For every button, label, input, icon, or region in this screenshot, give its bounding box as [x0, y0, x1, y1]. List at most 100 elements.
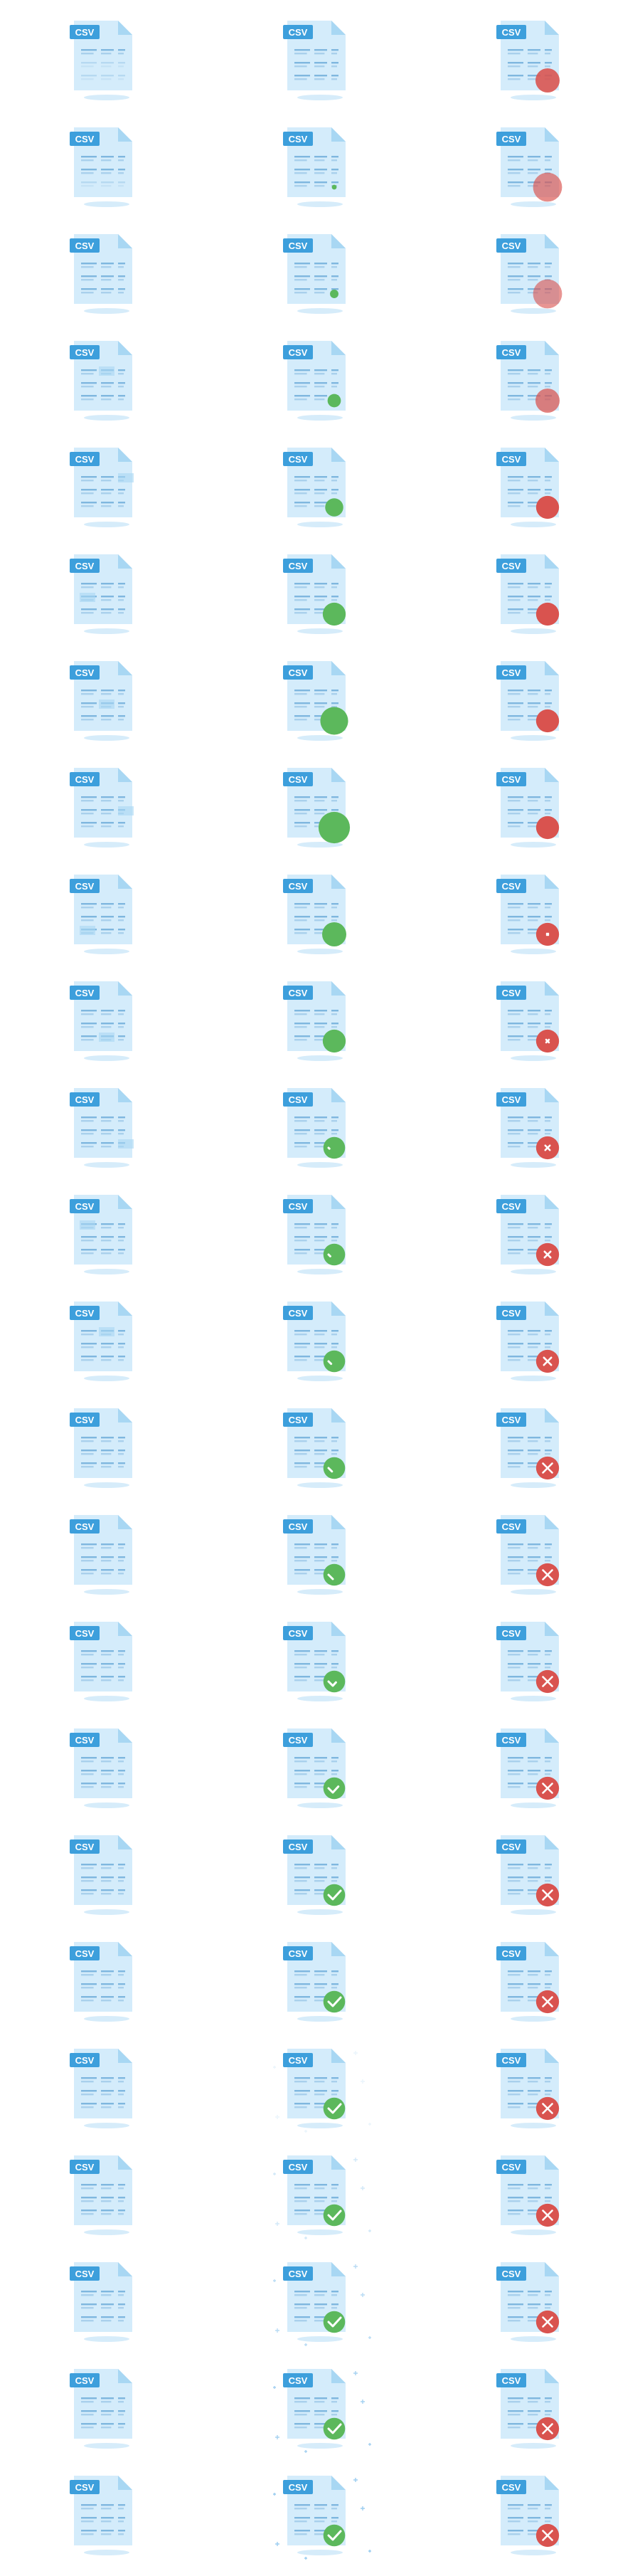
shadow: [511, 2336, 556, 2342]
folded-corner: [545, 1088, 559, 1102]
csv-badge-label: CSV: [289, 1415, 308, 1425]
csv-file-icon: CSV: [496, 2476, 560, 2555]
folded-corner: [331, 1195, 346, 1209]
csv-badge-label: CSV: [502, 1415, 521, 1425]
csv-badge-label: CSV: [502, 774, 521, 785]
folded-corner: [545, 981, 559, 996]
csv-badge-label: CSV: [289, 774, 308, 785]
csv-file-icon: CSV: [70, 2369, 132, 2449]
folded-corner: [118, 875, 132, 889]
csv-badge-label: CSV: [75, 1628, 95, 1639]
error-frame: CSV: [476, 1292, 590, 1398]
idle-frame: CSV: [50, 971, 164, 1078]
csv-badge-label: CSV: [289, 561, 308, 571]
csv-badge-label: CSV: [75, 2269, 95, 2279]
success-circle: [323, 2097, 346, 2120]
csv-file-icon: CSV: [283, 1088, 346, 1168]
csv-badge: CSV: [283, 1306, 313, 1320]
success-frame: CSV: [263, 1505, 377, 1612]
csv-badge-label: CSV: [289, 988, 308, 998]
success-circle: [322, 602, 346, 626]
selected-cell: [99, 1327, 114, 1336]
shadow: [84, 308, 129, 314]
csv-badge: CSV: [70, 1413, 100, 1427]
success-circle: [323, 1670, 346, 1693]
folded-corner: [118, 1195, 132, 1209]
csv-file-icon: CSV: [496, 1942, 560, 2022]
shadow: [511, 2550, 556, 2555]
shadow: [297, 1482, 343, 1488]
csv-badge: CSV: [70, 1626, 100, 1640]
error-badge: [535, 495, 560, 519]
folded-corner: [118, 1835, 132, 1849]
csv-badge: CSV: [70, 1946, 100, 1960]
shadow: [297, 949, 343, 954]
shadow: [511, 201, 556, 207]
error-badge: [535, 709, 560, 733]
shadow: [84, 628, 129, 634]
csv-badge: CSV: [496, 2480, 526, 2494]
error-badge: [535, 1669, 560, 1694]
csv-badge-label: CSV: [502, 2269, 521, 2279]
csv-badge-label: CSV: [75, 881, 95, 892]
csv-file-icon: CSV: [70, 981, 132, 1061]
csv-badge-label: CSV: [75, 1948, 95, 1959]
error-badge: [535, 1349, 560, 1373]
csv-file-icon: CSV: [70, 554, 132, 634]
csv-badge-label: CSV: [75, 1201, 95, 1212]
shadow: [84, 735, 129, 741]
error-frame: CSV: [476, 2145, 590, 2252]
folded-corner: [118, 1088, 132, 1102]
csv-badge-label: CSV: [289, 1628, 308, 1639]
success-circle: [322, 1029, 346, 1053]
shadow: [297, 2336, 343, 2342]
selected-cell: [80, 593, 95, 602]
csv-file-icon: CSV: [273, 2369, 371, 2453]
idle-frame: CSV: [50, 1612, 164, 1719]
csv-badge-label: CSV: [75, 774, 95, 785]
csv-badge-label: CSV: [289, 1201, 308, 1212]
csv-badge: CSV: [283, 2480, 313, 2494]
csv-file-icon: CSV: [283, 1835, 346, 1915]
csv-file-icon: CSV: [496, 2369, 560, 2449]
folded-corner: [545, 1942, 559, 1956]
csv-badge: CSV: [496, 559, 526, 573]
csv-file-icon: CSV: [70, 1515, 132, 1595]
success-circle: [318, 811, 351, 844]
shadow: [297, 522, 343, 527]
success-frame: CSV: [263, 224, 377, 331]
csv-badge-label: CSV: [289, 2375, 308, 2386]
folded-corner: [118, 554, 132, 569]
csv-badge: CSV: [70, 1199, 100, 1213]
folded-corner: [331, 2369, 346, 2383]
error-badge: [535, 815, 560, 840]
csv-badge: CSV: [496, 452, 526, 466]
success-badge: [325, 498, 343, 517]
csv-badge: CSV: [70, 1306, 100, 1320]
csv-file-icon: CSV: [70, 341, 132, 421]
success-frame: CSV: [263, 1398, 377, 1505]
folded-corner: [331, 1302, 346, 1316]
csv-badge: CSV: [70, 986, 100, 1000]
success-frame: CSV: [263, 2466, 377, 2572]
idle-frame: CSV: [50, 2252, 164, 2359]
error-frame: CSV: [476, 2466, 590, 2572]
csv-file-icon: CSV: [283, 1728, 346, 1808]
folded-corner: [545, 554, 559, 569]
csv-file-icon: CSV: [283, 1302, 346, 1381]
csv-file-icon: CSV: [283, 127, 346, 207]
csv-badge: CSV: [283, 1092, 313, 1107]
csv-badge-label: CSV: [289, 241, 308, 251]
csv-badge: CSV: [70, 1839, 100, 1854]
folded-corner: [118, 2155, 132, 2170]
csv-file-icon: CSV: [70, 768, 134, 848]
shadow: [84, 1482, 129, 1488]
csv-badge-label: CSV: [75, 134, 95, 144]
csv-file-icon: CSV: [283, 661, 348, 741]
csv-badge-label: CSV: [502, 1842, 521, 1852]
csv-file-icon: CSV: [496, 2262, 560, 2342]
csv-badge: CSV: [70, 238, 100, 253]
csv-badge: CSV: [496, 2160, 526, 2174]
folded-corner: [331, 1728, 346, 1743]
idle-frame: CSV: [50, 651, 164, 758]
